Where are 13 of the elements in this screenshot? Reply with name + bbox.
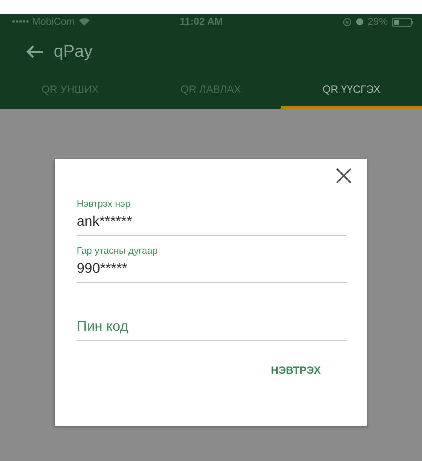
carrier-text: ••••• MobiCom: [12, 16, 76, 28]
input-field[interactable]: 990*****: [77, 257, 347, 282]
field-label: Гар утасны дугаар: [77, 246, 159, 257]
back-arrow-icon[interactable]: [26, 45, 44, 59]
wifi-icon: [79, 18, 90, 26]
app-title: qPay: [54, 42, 93, 62]
battery-percent: 29%: [368, 16, 388, 28]
field-label: Нэвтрэх нэр: [77, 199, 132, 210]
input-field[interactable]: ank******: [77, 210, 347, 235]
time-text: 11:02 AM: [180, 16, 224, 28]
close-icon[interactable]: [335, 167, 353, 185]
battery-icon: [392, 18, 414, 26]
input-field[interactable]: Пин код: [77, 315, 347, 340]
